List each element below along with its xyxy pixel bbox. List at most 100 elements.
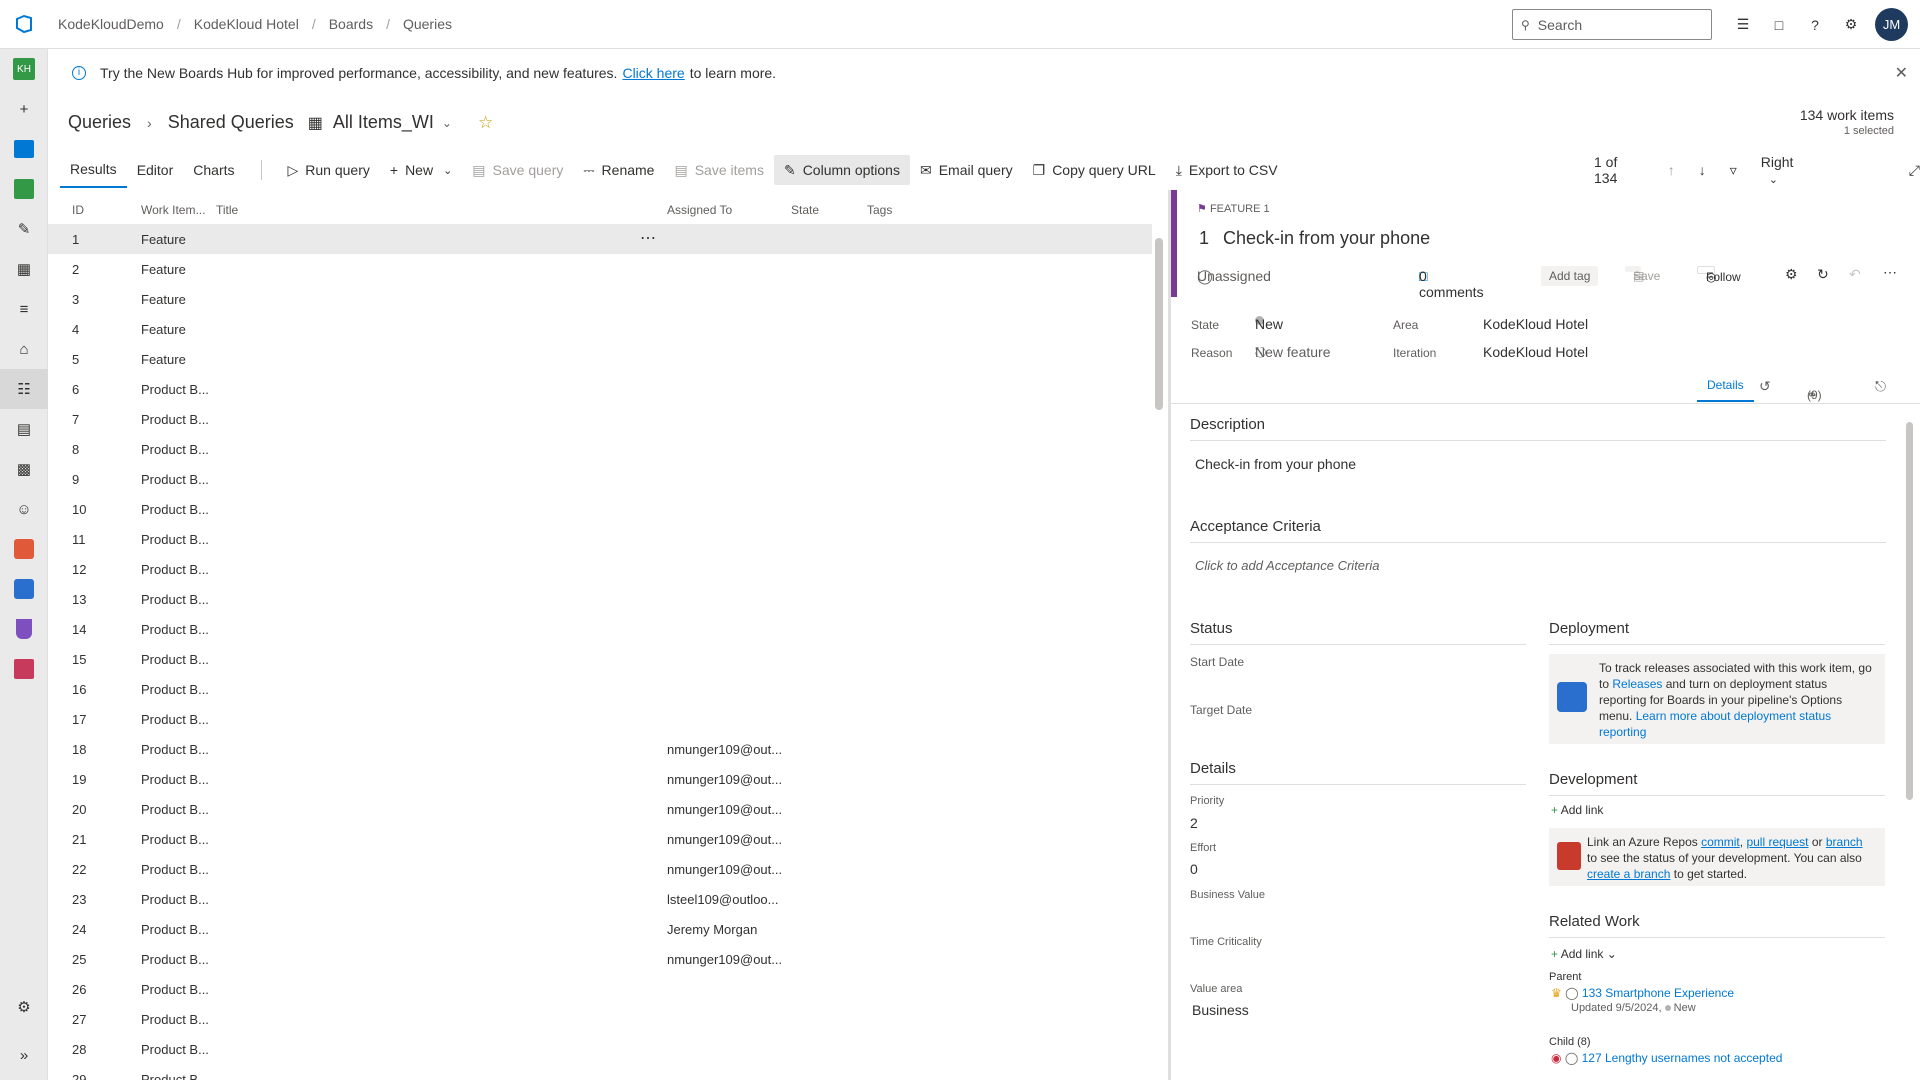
create-branch-link[interactable]: create a branch: [1587, 867, 1670, 881]
detail-scrollbar[interactable]: [1904, 412, 1914, 1080]
arrow-down-icon[interactable]: ↓: [1699, 162, 1706, 178]
retrospectives-icon[interactable]: ☺: [0, 489, 48, 529]
table-row[interactable]: 14Product B...As a customer, I should be…: [48, 614, 1152, 644]
grid-scrollbar-thumb[interactable]: [1155, 238, 1163, 410]
table-row[interactable]: 26Product B...As a front-desk admin, I s…: [48, 974, 1152, 1004]
run-query-button[interactable]: ▷ Run query: [278, 155, 380, 185]
avatar[interactable]: JM: [1875, 8, 1908, 41]
task-list-icon[interactable]: ☰: [1730, 16, 1756, 33]
chevron-down-icon[interactable]: ⌄: [442, 116, 452, 130]
table-row[interactable]: 29Product B...As a room guest, I should …: [48, 1064, 1152, 1080]
tab-results[interactable]: Results: [60, 152, 127, 188]
copy-query-url-button[interactable]: ❐ Copy query URL: [1023, 155, 1166, 185]
email-query-button[interactable]: ✉ Email query: [910, 155, 1023, 185]
user-settings-icon[interactable]: ⚙: [1838, 16, 1864, 33]
table-row[interactable]: 21Product B...As a customer, I should be…: [48, 824, 1152, 854]
pipelines-icon[interactable]: [0, 569, 48, 609]
sprints-icon[interactable]: ⌂: [0, 329, 48, 369]
pull-request-link[interactable]: pull request: [1746, 835, 1808, 849]
grid-scrollbar[interactable]: [1154, 224, 1164, 1080]
expand-nav-icon[interactable]: »: [0, 1035, 48, 1075]
column-header-type[interactable]: Work Item...: [141, 203, 205, 217]
description-field[interactable]: Check-in from your phone: [1195, 456, 1356, 472]
follow-button[interactable]: ◎ Follow: [1697, 266, 1741, 284]
breadcrumb-org[interactable]: KodeKloudDemo: [58, 16, 164, 32]
close-icon[interactable]: ✕: [1895, 63, 1908, 83]
table-row[interactable]: 27Product B...As a hotel manager, I shou…: [48, 1004, 1152, 1034]
breadcrumb-queries[interactable]: Queries: [403, 16, 452, 32]
table-row[interactable]: 11Product B...As a customer, I should be…: [48, 524, 1152, 554]
undo-icon[interactable]: ↶: [1849, 266, 1861, 283]
filter-icon[interactable]: ▿: [1730, 162, 1737, 179]
save-query-button[interactable]: ▤ Save query: [462, 155, 573, 185]
table-row[interactable]: 9Product B...As a reservation agent, I w…: [48, 464, 1152, 494]
queries-icon[interactable]: ☷: [0, 369, 48, 409]
table-row[interactable]: 10Product B...As a customer, I should be…: [48, 494, 1152, 524]
table-row[interactable]: 19Product B...As a room guest, I should …: [48, 764, 1152, 794]
table-row[interactable]: 24Product B...As a customer, I would lik…: [48, 914, 1152, 944]
repos-icon[interactable]: [0, 529, 48, 569]
attachment-icon[interactable]: ⎋: [1875, 378, 1886, 395]
rename-button[interactable]: ⎓ Rename: [573, 155, 664, 185]
banner-link[interactable]: Click here: [622, 65, 684, 81]
board-icon[interactable]: ▦: [0, 249, 48, 289]
table-row[interactable]: 23Product B...As a customer, I would lik…: [48, 884, 1152, 914]
table-row[interactable]: 20Product B...As a customer, I should be…: [48, 794, 1152, 824]
table-row[interactable]: 8Product B...As a customer, I would like…: [48, 434, 1152, 464]
project-avatar[interactable]: KH: [0, 49, 48, 89]
tab-editor[interactable]: Editor: [127, 152, 184, 188]
queries-link[interactable]: Queries: [68, 112, 131, 133]
column-header-tags[interactable]: Tags: [867, 203, 892, 217]
settings-gear-icon[interactable]: ⚙: [1785, 266, 1798, 283]
branch-link[interactable]: branch: [1826, 835, 1863, 849]
add-tag-button[interactable]: Add tag: [1541, 266, 1599, 286]
arrow-up-icon[interactable]: ↑: [1668, 162, 1675, 178]
work-item-title[interactable]: 1 Check-in from your phone: [1199, 228, 1430, 249]
table-row[interactable]: 15Product B...As a room guest, I should …: [48, 644, 1152, 674]
column-header-title[interactable]: Title: [216, 203, 238, 217]
column-header-assigned[interactable]: Assigned To: [667, 203, 732, 217]
commit-link[interactable]: commit: [1701, 835, 1740, 849]
favorite-star-icon[interactable]: ☆: [478, 113, 493, 133]
new-button[interactable]: + New ⌄: [380, 155, 462, 185]
table-row[interactable]: 6Product B...As a customer, I should be …: [48, 374, 1152, 404]
save-items-button[interactable]: ▤ Save items: [664, 155, 773, 185]
related-add-link-button[interactable]: + Add link ⌄: [1551, 947, 1617, 961]
marketplace-icon[interactable]: □: [1766, 17, 1792, 33]
export-csv-button[interactable]: ⤓ Export to CSV: [1166, 155, 1288, 185]
learn-more-link-2[interactable]: reporting: [1599, 724, 1879, 740]
table-row[interactable]: 3Feature🏆ReservationsNew: [48, 284, 1152, 314]
expand-icon[interactable]: ⤢: [1909, 162, 1920, 179]
project-settings-icon[interactable]: ⚙: [0, 987, 48, 1027]
area-value[interactable]: KodeKloud Hotel: [1483, 316, 1588, 332]
parent-link[interactable]: ♛ ◯ 133 Smartphone Experience: [1551, 986, 1734, 1000]
tab-charts[interactable]: Charts: [183, 152, 244, 188]
table-row[interactable]: 18Product B...As a reservation agent, I …: [48, 734, 1152, 764]
table-row[interactable]: 5Feature🏆Go green with smart sensorsNew: [48, 344, 1152, 374]
detail-scrollbar-thumb[interactable]: [1906, 422, 1913, 800]
iteration-value[interactable]: KodeKloud Hotel: [1483, 344, 1588, 360]
save-button[interactable]: ▤ Save: [1625, 266, 1660, 283]
child-link[interactable]: ◉ ◯ 127 Lengthy usernames not accepted: [1551, 1051, 1782, 1065]
delivery-plans-icon[interactable]: ▤: [0, 409, 48, 449]
learn-more-link[interactable]: Learn more about deployment status: [1636, 709, 1831, 723]
work-items-icon[interactable]: ✎: [0, 209, 48, 249]
table-row[interactable]: 22Product B...As a customer, I should be…: [48, 854, 1152, 884]
priority-value[interactable]: 2: [1190, 815, 1198, 831]
boards-icon[interactable]: [0, 169, 48, 209]
table-row[interactable]: 1Feature🏆Check-in from your phone⋯New: [48, 224, 1152, 254]
search-input[interactable]: ⚲ Search: [1512, 9, 1712, 40]
tab-details[interactable]: Details: [1697, 378, 1754, 402]
test-plans-icon[interactable]: [0, 609, 48, 649]
refresh-icon[interactable]: ↻: [1817, 266, 1829, 283]
help-icon[interactable]: ?: [1802, 17, 1828, 33]
table-row[interactable]: 12Product B...As a customer, I should be…: [48, 554, 1152, 584]
table-row[interactable]: 2Feature🏆Conference RoomsNew: [48, 254, 1152, 284]
column-options-button[interactable]: ✎ Column options: [773, 155, 910, 185]
column-header-id[interactable]: ID: [72, 203, 84, 217]
history-icon[interactable]: ↺: [1759, 378, 1771, 395]
table-row[interactable]: 16Product B...As a room guest, I should …: [48, 674, 1152, 704]
artifacts-icon[interactable]: [0, 649, 48, 689]
column-header-state[interactable]: State: [791, 203, 819, 217]
table-row[interactable]: 4Feature🏆User RegistrationNew: [48, 314, 1152, 344]
